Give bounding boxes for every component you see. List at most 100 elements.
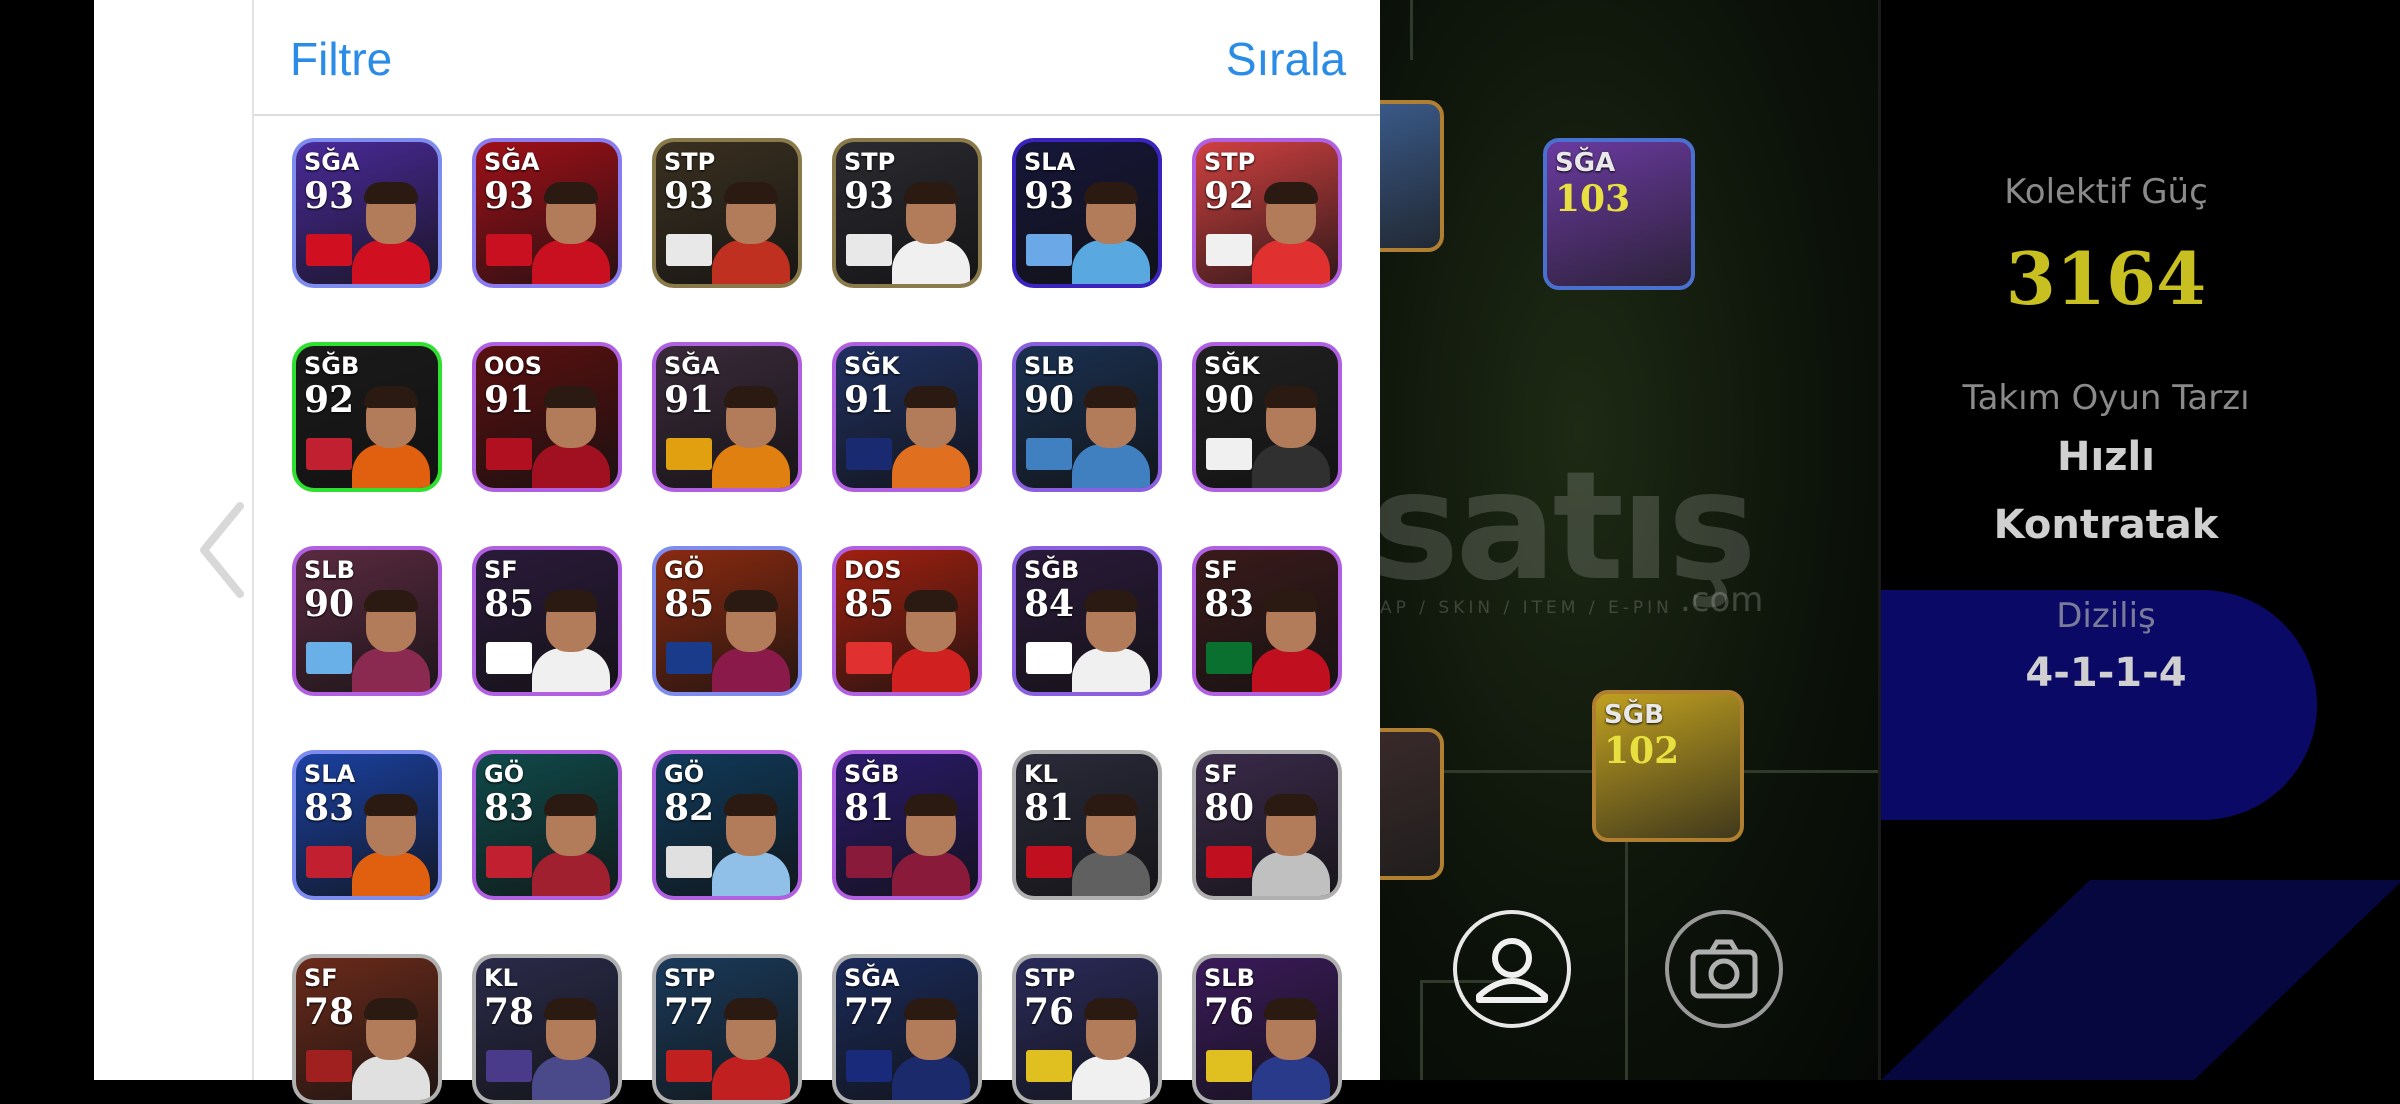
player-hair [724,182,778,204]
player-card[interactable]: SĞB 92 [292,342,442,492]
player-card[interactable]: GÖ 82 [652,750,802,900]
player-position: DOS [844,556,902,584]
player-card[interactable]: STP 93 [832,138,982,288]
player-card[interactable]: STP 77 [652,954,802,1104]
player-card[interactable]: SĞK 90 [1192,342,1342,492]
player-card-inner: SLA 93 [1016,142,1158,284]
club-badge-icon [1206,846,1252,878]
player-rating: 84 [1024,583,1075,625]
player-rating: 83 [1204,583,1255,625]
player-card[interactable]: KL 78 [472,954,622,1104]
sort-button[interactable]: Sırala [1226,32,1346,86]
player-position: STP [664,964,716,992]
player-card[interactable]: SLA 83 [292,750,442,900]
field-player-card[interactable]: SĞB 102 [1592,690,1744,842]
player-portrait [352,998,430,1100]
player-card[interactable]: SLB 90 [1012,342,1162,492]
player-hair [544,998,598,1020]
player-position: OOS [484,352,543,380]
club-badge-icon [666,1050,712,1082]
player-hair [364,182,418,204]
player-position: STP [844,148,896,176]
player-card[interactable]: STP 93 [652,138,802,288]
formation-field: satış AP / SKIN / ITEM / E-PIN .com SĞA 1… [1380,0,1878,1080]
camera-button[interactable] [1665,910,1783,1028]
left-black-bar [0,0,94,1080]
player-card[interactable]: GÖ 83 [472,750,622,900]
field-player-card[interactable] [1380,728,1444,880]
club-badge-icon [306,438,352,470]
club-badge-icon [666,642,712,674]
player-shirt [892,852,970,896]
field-player-card[interactable] [1380,100,1444,252]
club-badge-icon [306,1050,352,1082]
player-card-inner: GÖ 82 [656,754,798,896]
player-card[interactable]: SF 80 [1192,750,1342,900]
player-hair [364,794,418,816]
player-portrait [532,590,610,692]
player-portrait [352,182,430,284]
player-position: SLA [304,760,356,788]
chevron-left-icon[interactable] [194,500,254,600]
pitch-line [1420,980,1423,1080]
player-hair [364,998,418,1020]
player-shirt [352,648,430,692]
player-portrait [532,794,610,896]
player-position: SĞA [484,148,540,176]
field-player-card[interactable]: SĞA 103 [1543,138,1695,290]
player-hair [364,590,418,612]
player-card[interactable]: SLB 76 [1192,954,1342,1104]
power-value: 3164 [2005,236,2207,321]
team-info-panel: Kolektif Güç 3164 Takım Oyun Tarzı Hızlı… [1878,0,2400,1080]
player-card[interactable]: SĞA 93 [292,138,442,288]
player-portrait [1072,998,1150,1100]
field-player-rating: 103 [1555,178,1631,220]
player-card[interactable]: SĞB 84 [1012,546,1162,696]
player-shirt [712,240,790,284]
player-card-inner: SLB 90 [296,550,438,692]
club-badge-icon [666,438,712,470]
player-card[interactable]: SĞA 93 [472,138,622,288]
player-portrait [1072,386,1150,488]
player-position: KL [484,964,518,992]
player-card[interactable]: GÖ 85 [652,546,802,696]
club-badge-icon [486,846,532,878]
player-card[interactable]: STP 92 [1192,138,1342,288]
player-position: GÖ [484,760,525,788]
profile-button[interactable] [1453,910,1571,1028]
player-card[interactable]: SF 83 [1192,546,1342,696]
club-badge-icon [1026,846,1072,878]
player-card[interactable]: SĞA 77 [832,954,982,1104]
player-portrait [352,386,430,488]
player-hair [904,182,958,204]
player-card[interactable]: SF 85 [472,546,622,696]
player-position: STP [1204,148,1256,176]
player-card-inner: SLA 83 [296,754,438,896]
player-portrait [1252,794,1330,896]
player-card[interactable]: SĞA 91 [652,342,802,492]
player-rating: 78 [484,991,535,1033]
player-shirt [352,1056,430,1100]
player-card[interactable]: STP 76 [1012,954,1162,1104]
filter-button[interactable]: Filtre [290,32,392,86]
player-card-inner: STP 76 [1016,958,1158,1100]
player-card[interactable]: SĞK 91 [832,342,982,492]
player-card[interactable]: DOS 85 [832,546,982,696]
player-hair [1084,998,1138,1020]
player-rating: 76 [1024,991,1075,1033]
club-badge-icon [306,846,352,878]
player-hair [364,386,418,408]
player-card[interactable]: SLA 93 [1012,138,1162,288]
player-rating: 90 [1024,379,1075,421]
player-rating: 91 [664,379,715,421]
player-card[interactable]: SĞB 81 [832,750,982,900]
player-card[interactable]: OOS 91 [472,342,622,492]
player-rating: 92 [1204,175,1255,217]
player-position: SLB [1204,964,1255,992]
player-card[interactable]: KL 81 [1012,750,1162,900]
club-badge-icon [486,642,532,674]
player-rating: 85 [844,583,895,625]
player-card[interactable]: SLB 90 [292,546,442,696]
player-position: SF [1204,760,1238,788]
player-card[interactable]: SF 78 [292,954,442,1104]
